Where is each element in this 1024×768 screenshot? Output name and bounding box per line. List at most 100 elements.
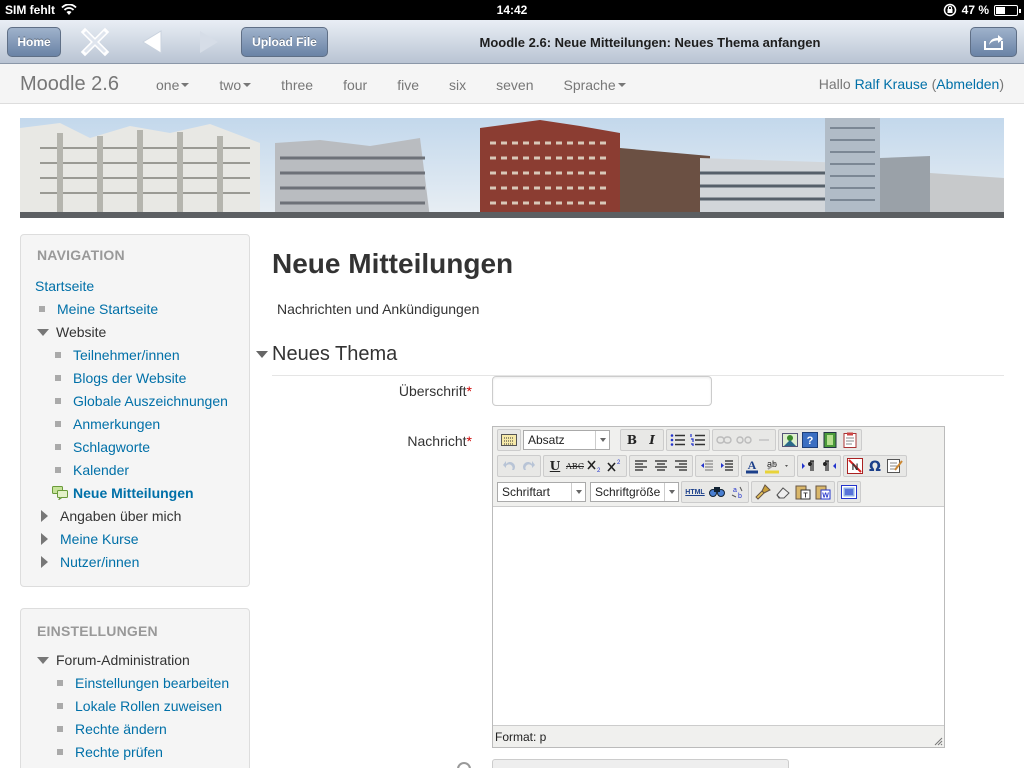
upload-file-button[interactable]: Upload File — [241, 27, 328, 57]
nav-item-news-forum[interactable]: Neue Mitteilungen — [52, 484, 194, 502]
unlink-icon[interactable] — [734, 430, 754, 450]
insert-image-icon[interactable] — [780, 430, 800, 450]
settings-link[interactable]: Lokale Rollen zuweisen — [75, 698, 222, 714]
nav-item-tags[interactable]: Schlagworte — [55, 438, 150, 456]
close-icon[interactable] — [80, 27, 110, 57]
paste-text-icon[interactable]: T — [793, 482, 813, 502]
nav-link[interactable]: Kalender — [73, 462, 129, 478]
resize-handle-icon[interactable] — [933, 736, 943, 746]
forward-arrow-icon[interactable] — [194, 27, 224, 57]
anchor-icon[interactable] — [754, 430, 774, 450]
subscript-icon[interactable]: 2 — [585, 456, 605, 476]
nav-item-users[interactable]: Nutzer/innen — [39, 553, 139, 571]
link-icon[interactable] — [714, 430, 734, 450]
superscript-icon[interactable]: 2 — [605, 456, 625, 476]
next-field-select[interactable] — [492, 759, 789, 768]
strikethrough-button[interactable]: ABC — [565, 456, 585, 476]
help-icon[interactable]: ? — [800, 430, 820, 450]
media-icon[interactable] — [820, 430, 840, 450]
nav-link[interactable]: Anmerkungen — [73, 416, 160, 432]
rtl-icon[interactable] — [819, 456, 839, 476]
nav-item-site[interactable]: Website — [37, 323, 106, 341]
html-source-button[interactable]: HTML — [683, 482, 707, 502]
nav-item-my-courses[interactable]: Meine Kurse — [39, 530, 139, 548]
settings-item-check-permissions[interactable]: Rechte prüfen — [57, 743, 163, 761]
paste-icon[interactable] — [840, 430, 860, 450]
nav-link[interactable]: Schlagworte — [73, 439, 150, 455]
share-button[interactable] — [970, 27, 1017, 57]
align-center-icon[interactable] — [651, 456, 671, 476]
menu-six[interactable]: six — [449, 77, 466, 93]
special-character-icon[interactable]: Ω — [865, 456, 885, 476]
fullscreen-icon[interactable] — [839, 482, 859, 502]
nav-link[interactable]: Teilnehmer/innen — [73, 347, 180, 363]
nav-item-profile[interactable]: Angaben über mich — [39, 507, 181, 525]
nav-link[interactable]: Nutzer/innen — [60, 554, 139, 570]
align-right-icon[interactable] — [671, 456, 691, 476]
nav-item-badges[interactable]: Globale Auszeichnungen — [55, 392, 228, 410]
find-icon[interactable] — [707, 482, 727, 502]
header-banner-image — [20, 118, 1004, 218]
replace-icon[interactable]: ab — [727, 482, 747, 502]
menu-three[interactable]: three — [281, 77, 313, 93]
nav-link[interactable]: Blogs der Website — [73, 370, 186, 386]
menu-five[interactable]: five — [397, 77, 419, 93]
toolbar-toggle-icon[interactable] — [499, 430, 519, 450]
nolink-icon[interactable]: N — [845, 456, 865, 476]
highlight-color-icon[interactable]: ab — [763, 456, 793, 476]
menu-language[interactable]: Sprache — [563, 77, 626, 93]
bold-button[interactable]: B — [622, 430, 642, 450]
nav-item-calendar[interactable]: Kalender — [55, 461, 129, 479]
undo-icon[interactable] — [499, 456, 519, 476]
strike-glyph: ABC — [566, 461, 584, 471]
italic-button[interactable]: I — [642, 430, 662, 450]
align-left-icon[interactable] — [631, 456, 651, 476]
nav-label: Angaben über mich — [60, 508, 182, 524]
subject-input[interactable] — [492, 376, 712, 406]
home-button[interactable]: Home — [7, 27, 61, 57]
settings-item-permissions[interactable]: Rechte ändern — [57, 720, 167, 738]
nav-link[interactable]: Neue Mitteilungen — [73, 485, 194, 501]
help-circle-icon[interactable] — [457, 762, 471, 768]
new-topic-legend[interactable]: Neues Thema — [256, 343, 397, 366]
site-brand[interactable]: Moodle 2.6 — [20, 73, 119, 96]
settings-item-roles[interactable]: Lokale Rollen zuweisen — [57, 697, 222, 715]
outdent-icon[interactable] — [697, 456, 717, 476]
settings-item-edit[interactable]: Einstellungen bearbeiten — [57, 674, 229, 692]
indent-icon[interactable] — [717, 456, 737, 476]
edit-source-icon[interactable] — [885, 456, 905, 476]
menu-one[interactable]: one — [156, 77, 190, 93]
nav-item-home[interactable]: Startseite — [35, 277, 94, 295]
nav-item-blogs[interactable]: Blogs der Website — [55, 369, 186, 387]
numbered-list-icon[interactable] — [688, 430, 708, 450]
back-arrow-icon[interactable] — [137, 27, 167, 57]
text-color-icon[interactable]: A — [743, 456, 763, 476]
redo-icon[interactable] — [519, 456, 539, 476]
settings-link[interactable]: Einstellungen bearbeiten — [75, 675, 229, 691]
nav-item-participants[interactable]: Teilnehmer/innen — [55, 346, 180, 364]
remove-format-icon[interactable] — [773, 482, 793, 502]
user-profile-link[interactable]: Ralf Krause — [855, 76, 928, 92]
font-family-select[interactable]: Schriftart — [497, 482, 586, 502]
underline-button[interactable]: U — [545, 456, 565, 476]
settings-link[interactable]: Rechte prüfen — [75, 744, 163, 760]
editor-content-area[interactable] — [493, 506, 944, 726]
bullet-list-icon[interactable] — [668, 430, 688, 450]
settings-item-forum-admin[interactable]: Forum-Administration — [37, 651, 190, 669]
font-size-select[interactable]: Schriftgröße — [590, 482, 679, 502]
nav-item-notes[interactable]: Anmerkungen — [55, 415, 160, 433]
settings-link[interactable]: Rechte ändern — [75, 721, 167, 737]
nav-link[interactable]: Globale Auszeichnungen — [73, 393, 228, 409]
menu-four[interactable]: four — [343, 77, 367, 93]
cleanup-brush-icon[interactable] — [753, 482, 773, 502]
logout-link[interactable]: Abmelden — [936, 76, 999, 92]
nav-link[interactable]: Meine Kurse — [60, 531, 139, 547]
menu-two[interactable]: two — [219, 77, 252, 93]
nav-item-my-home[interactable]: Meine Startseite — [39, 300, 158, 318]
menu-seven[interactable]: seven — [496, 77, 533, 93]
nav-link[interactable]: Meine Startseite — [57, 301, 158, 317]
paragraph-format-select[interactable]: Absatz — [523, 430, 610, 450]
ltr-icon[interactable] — [799, 456, 819, 476]
paste-word-icon[interactable]: W — [813, 482, 833, 502]
nav-link[interactable]: Startseite — [35, 278, 94, 294]
